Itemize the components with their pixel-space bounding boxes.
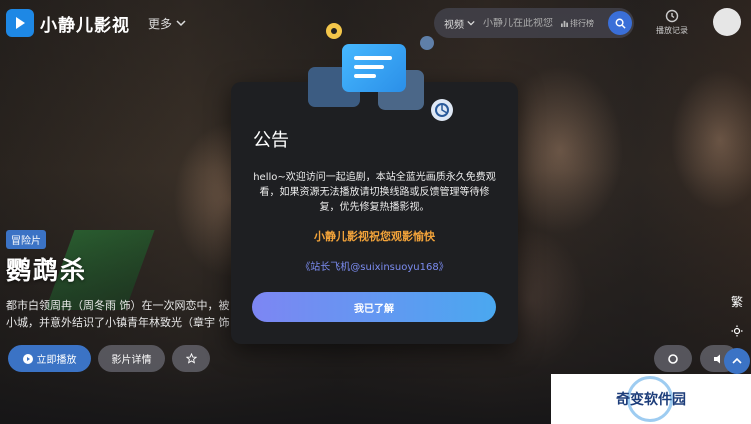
- dialog-title: 公告: [253, 130, 289, 151]
- traditional-chinese-toggle[interactable]: 繁: [724, 288, 750, 314]
- chevron-up-icon: [732, 357, 742, 364]
- aperture-icon: [431, 99, 453, 121]
- movie-title: 鹦鹉杀: [6, 256, 88, 285]
- description-line: 都市白领周冉（周冬雨 饰）在一次网恋中，被: [6, 299, 230, 312]
- chevron-down-icon: [176, 20, 186, 27]
- dialog-highlight: 小静儿影视祝您观影愉快: [314, 230, 435, 243]
- player-control-button[interactable]: [654, 345, 692, 372]
- spark-icon: [420, 36, 434, 50]
- announcement-dialog: 公告 hello~欢迎访问一起追剧，本站全蓝光画质永久免费观看，如果资源无法播放…: [231, 82, 518, 344]
- play-logo-icon: [6, 9, 34, 37]
- brand-name: 小静儿影视: [40, 15, 130, 36]
- favorite-button[interactable]: [172, 345, 210, 372]
- details-label: 影片详情: [111, 355, 152, 366]
- dialog-contact: 《站长飞机@suixinsuoyu168》: [300, 262, 449, 273]
- back-to-top-button[interactable]: [724, 348, 750, 374]
- play-now-label: 立即播放: [36, 355, 77, 366]
- play-now-button[interactable]: 立即播放: [8, 345, 91, 372]
- play-icon: [22, 353, 33, 364]
- spark-icon: [326, 23, 342, 39]
- watermark: 奇变软件园: [551, 374, 751, 424]
- dialog-message: hello~欢迎访问一起追剧，本站全蓝光画质永久免费观看，如果资源无法播放请切换…: [253, 172, 496, 213]
- genre-tag: 冒险片: [6, 230, 46, 249]
- movie-details-button[interactable]: 影片详情: [98, 345, 165, 372]
- hero-actions: 立即播放 影片详情: [8, 345, 210, 372]
- circle-icon: [668, 353, 678, 364]
- more-menu[interactable]: 更多: [148, 15, 186, 32]
- sun-icon: [731, 325, 743, 337]
- message-icon: [342, 44, 406, 92]
- top-header: 小静儿影视 更多: [0, 0, 751, 46]
- traditional-label: 繁: [730, 294, 743, 309]
- movie-description: 都市白领周冉（周冬雨 饰）在一次网恋中，被 小城，并意外结识了小镇青年林致光（章…: [6, 297, 242, 331]
- star-icon: [185, 353, 197, 364]
- description-line: 小城，并意外结识了小镇青年林致光（章宇 饰: [6, 316, 230, 329]
- theme-toggle[interactable]: [724, 318, 750, 344]
- watermark-text: 奇变软件园: [616, 392, 686, 408]
- site-logo[interactable]: 小静儿影视: [6, 9, 130, 37]
- acknowledge-button[interactable]: 我已了解: [252, 292, 496, 322]
- more-label: 更多: [148, 16, 173, 31]
